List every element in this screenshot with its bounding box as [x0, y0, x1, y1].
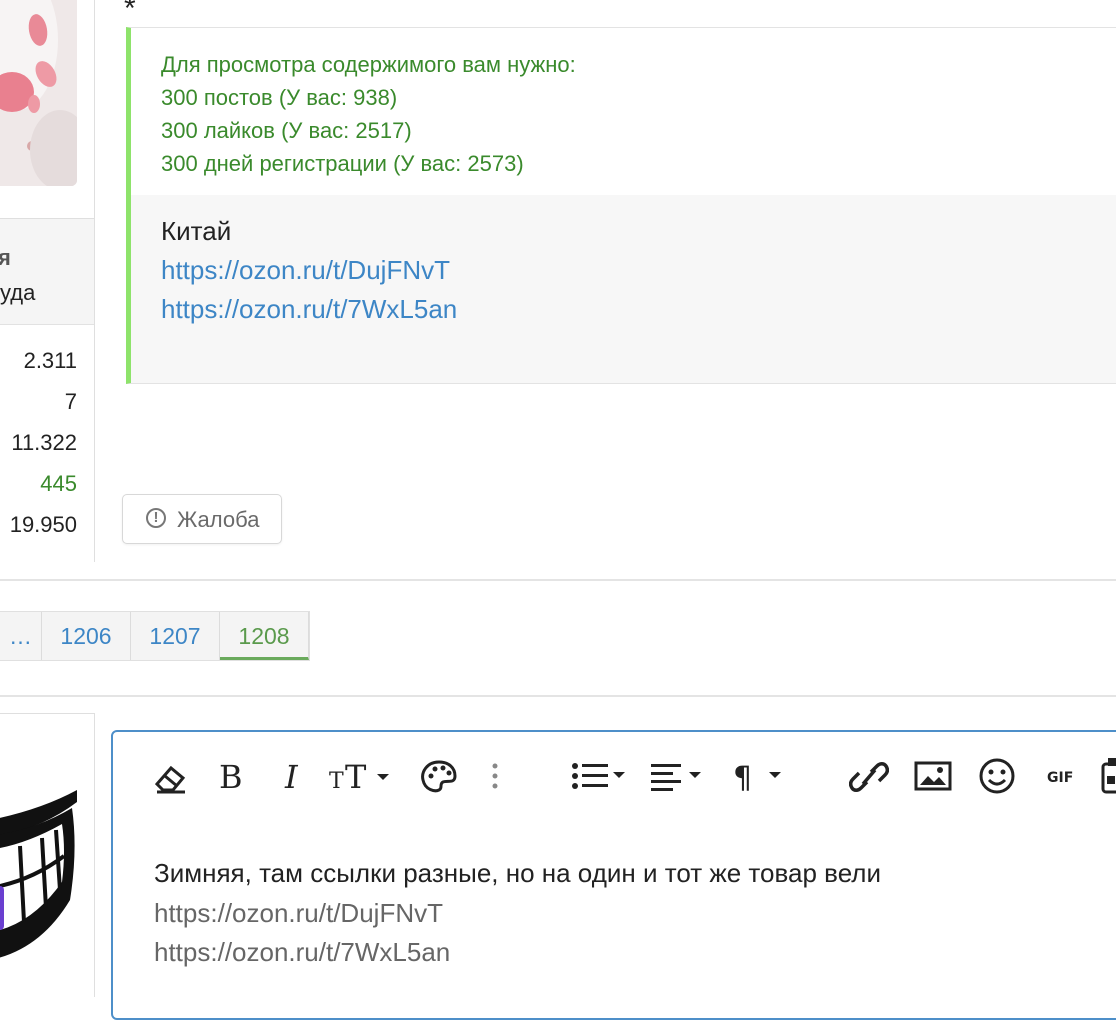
page-1207[interactable]: 1207 [131, 612, 220, 660]
divider [0, 579, 1116, 581]
stat-solutions: 7 [64, 389, 77, 414]
svg-text:I: I [284, 758, 299, 796]
divider [0, 695, 1116, 697]
requirement-days: 300 дней регистрации (У вас: 2573) [161, 151, 524, 176]
user-subtitle: уда [0, 280, 36, 305]
content-label: Китай [161, 216, 232, 246]
grin-avatar-image [0, 790, 77, 958]
svg-text:T: T [329, 769, 344, 794]
page-1208-current[interactable]: 1208 [220, 612, 309, 660]
cat-paw-image [0, 0, 77, 186]
requirement-posts: 300 постов (У вас: 938) [161, 85, 398, 110]
stat-messages: 2.311 [23, 348, 77, 373]
alert-icon: ! [146, 508, 166, 528]
list-icon[interactable] [567, 754, 631, 800]
post-star: * [124, 0, 136, 25]
svg-text:T: T [345, 758, 367, 796]
user-title: я [0, 245, 11, 270]
reply-text-line-3: https://ozon.ru/t/7WxL5an [154, 937, 451, 967]
reply-avatar[interactable] [0, 790, 77, 965]
post-user-column: я уда 2.311 7 11.322 445 19.950 [0, 0, 95, 562]
svg-text:B: B [219, 758, 243, 796]
stat-points: 445 [40, 471, 77, 496]
link-icon[interactable] [849, 754, 889, 800]
reply-text-line-2: https://ozon.ru/t/DujFNvT [154, 898, 443, 928]
palette-icon[interactable] [419, 754, 459, 800]
gif-icon[interactable]: GIF [1045, 754, 1081, 800]
stat-reactions: 11.322 [11, 430, 77, 455]
hide-requirements: Для просмотра содержимого вам нужно: 300… [131, 28, 1116, 195]
svg-text:¶: ¶ [733, 761, 752, 796]
eraser-icon[interactable] [151, 754, 191, 800]
requirement-likes: 300 лайков (У вас: 2517) [161, 118, 412, 143]
italic-icon[interactable]: I [281, 754, 309, 800]
image-icon[interactable] [913, 754, 953, 800]
media-icon[interactable] [1099, 754, 1116, 800]
reply-editor[interactable]: B I TT ¶ GIF Зимняя, там ссылки разные, … [111, 730, 1116, 1020]
user-stats-header: я уда [0, 219, 94, 325]
content-link-2[interactable]: https://ozon.ru/t/7WxL5an [161, 294, 457, 325]
reply-text-line-1: Зимняя, там ссылки разные, но на один и … [154, 858, 881, 888]
align-icon[interactable] [649, 754, 709, 800]
report-label: Жалоба [177, 507, 260, 532]
content-link-1[interactable]: https://ozon.ru/t/DujFNvT [161, 255, 450, 286]
report-button[interactable]: ! Жалоба [122, 494, 282, 544]
smiley-icon[interactable] [977, 754, 1017, 800]
pagination: … 1206 1207 1208 [0, 611, 310, 661]
bold-icon[interactable]: B [215, 754, 247, 800]
page-ellipsis[interactable]: … [0, 612, 42, 660]
hidden-content-block: Для просмотра содержимого вам нужно: 300… [126, 27, 1116, 384]
user-avatar[interactable] [0, 0, 77, 186]
requirements-heading: Для просмотра содержимого вам нужно: [161, 52, 576, 77]
text-size-icon[interactable]: TT [327, 754, 393, 800]
page-1206[interactable]: 1206 [42, 612, 131, 660]
gif-label: GIF [1047, 770, 1073, 786]
paragraph-icon[interactable]: ¶ [731, 754, 789, 800]
stat-balance: 19.950 [9, 512, 77, 537]
more-vertical-icon[interactable] [487, 754, 503, 800]
editor-pointer [95, 753, 109, 777]
